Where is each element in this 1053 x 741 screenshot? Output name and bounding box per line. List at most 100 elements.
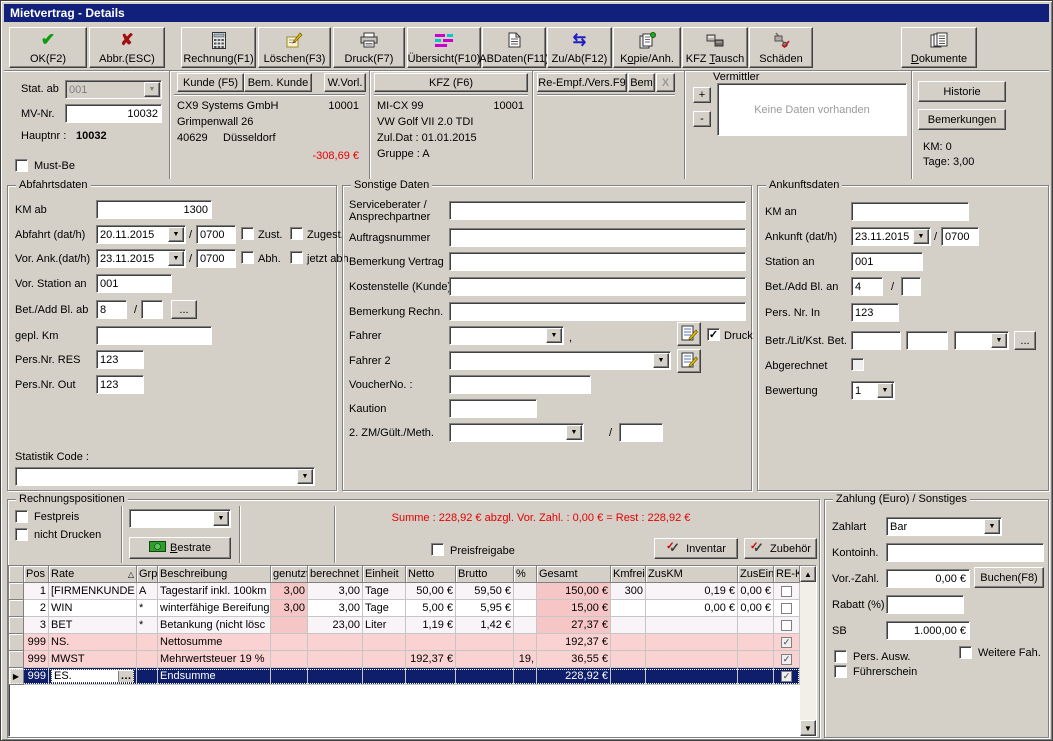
column-header[interactable]: Gesamt [537,566,611,583]
column-header[interactable]: RE-K [774,566,800,583]
druck-checkbox[interactable]: ✓ [707,328,720,341]
re-empf-button[interactable]: Re-Empf./Vers.F9 [537,73,627,92]
column-header[interactable]: Einheit [363,566,406,583]
uebersicht-button[interactable]: Übersicht(F10) [407,27,481,68]
fuehrerschein-checkbox[interactable] [834,665,847,678]
column-header[interactable]: Kmfrei [611,566,646,583]
abfahrt-date-combo[interactable]: 20.11.2015▼ [96,225,186,244]
abh-checkbox[interactable] [241,251,254,264]
column-header[interactable]: berechnet [308,566,363,583]
column-header[interactable]: ZusKM [646,566,738,583]
bestrate-button[interactable]: Bestrate [129,537,231,559]
chevron-down-icon[interactable]: ▼ [984,519,1000,534]
kopie-button[interactable]: Kopie/Anh. [613,27,681,68]
column-header[interactable]: % [514,566,537,583]
vor-ank-time-input[interactable] [196,249,236,268]
table-row[interactable]: 1[FIRMENKUNDEATagestarif inkl. 100km3,00… [9,583,800,600]
km-an-input[interactable] [851,202,969,221]
row-selector[interactable] [9,634,24,651]
rabatt-input[interactable] [886,595,964,614]
chevron-down-icon[interactable]: ▼ [877,383,893,398]
row-selector[interactable]: ▶ [9,668,24,685]
pers-in-input[interactable] [851,303,899,322]
zust-checkbox[interactable] [241,227,254,240]
table-scrollbar[interactable]: ▲ ▼ [800,566,816,736]
chevron-down-icon[interactable]: ▼ [566,425,582,440]
bet-add-an-input2[interactable] [901,277,921,296]
rek-checkbox[interactable]: ✓ [781,654,792,665]
serviceberater-input[interactable] [449,201,746,220]
window-titlebar[interactable]: Mietvertrag - Details [4,4,1049,22]
bemerkung-rechn-input[interactable] [449,302,746,321]
dokumente-button[interactable]: Dokumente [901,27,977,68]
mv-nr-input[interactable] [65,104,162,123]
stat-ab-combo[interactable]: 001 ▼ [65,80,162,99]
row-selector[interactable] [9,583,24,600]
bemerkung-vertrag-input[interactable] [449,252,746,271]
vermittler-add-button[interactable]: + [693,87,711,103]
chevron-down-icon[interactable]: ▼ [168,251,184,266]
row-selector[interactable] [9,600,24,617]
abdaten-button[interactable]: ABDaten(F11) [482,27,546,68]
table-row[interactable]: 3BET*Betankung (nicht lösc23,00Liter1,19… [9,617,800,634]
column-header[interactable]: genutzt [271,566,308,583]
preisfreigabe-checkbox[interactable] [431,543,444,556]
column-header[interactable]: ZusEin [738,566,774,583]
fahrer-combo[interactable]: ▼ [449,326,564,345]
bewertung-combo[interactable]: 1▼ [851,381,895,400]
column-header[interactable]: Beschreibung [158,566,271,583]
chevron-down-icon[interactable]: ▼ [213,511,229,526]
close-icon[interactable]: X [656,73,675,92]
pers-ausw-checkbox[interactable] [834,650,847,663]
bemerkungen-button[interactable]: Bemerkungen [918,109,1006,130]
scroll-down-icon[interactable]: ▼ [800,720,816,736]
fahrer-edit-button[interactable] [677,322,701,346]
rechnung-button[interactable]: Rechnung(F1) [181,27,256,68]
column-header[interactable]: Brutto [456,566,514,583]
chevron-down-icon[interactable]: ▼ [913,229,929,244]
zugest-checkbox[interactable] [290,227,303,240]
cancel-button[interactable]: ✘ Abbr.(ESC) [89,27,165,68]
rek-checkbox[interactable]: ✓ [781,671,792,682]
bet-add-ab-input2[interactable] [141,300,163,319]
table-row[interactable]: ▶999ES.…Endsumme228,92 €✓ [9,668,800,685]
betr-lit-input1[interactable] [851,331,901,350]
zahlart-combo[interactable]: Bar▼ [886,517,1002,536]
voucher-input[interactable] [449,375,591,394]
bet-add-more-button[interactable]: ... [171,300,197,319]
auftragsnummer-input[interactable] [449,228,746,247]
kostenstelle-input[interactable] [449,277,746,296]
historie-button[interactable]: Historie [918,81,1006,102]
festpreis-checkbox[interactable] [15,510,28,523]
vermittler-remove-button[interactable]: - [693,111,711,127]
fahrer2-combo[interactable]: ▼ [449,351,671,370]
rek-checkbox[interactable] [781,620,792,631]
chevron-down-icon[interactable]: ▼ [991,333,1007,348]
ok-button[interactable]: ✔ OK(F2) [9,27,87,68]
jetzt-abh-checkbox[interactable] [290,251,303,264]
column-header[interactable]: Grp [137,566,158,583]
chevron-down-icon[interactable]: ▼ [297,469,313,484]
weitere-fah-checkbox[interactable] [959,646,972,659]
zm-combo[interactable]: ▼ [449,423,584,442]
column-header[interactable]: Netto [406,566,456,583]
vor-station-input[interactable] [96,274,172,293]
ankunft-time-input[interactable] [941,227,979,246]
row-selector[interactable] [9,651,24,668]
kaution-input[interactable] [449,399,537,418]
druck-button[interactable]: Druck(F7) [333,27,405,68]
chevron-down-icon[interactable]: ▼ [144,82,160,97]
row-selector[interactable] [9,617,24,634]
abfahrt-time-input[interactable] [196,225,236,244]
station-an-input[interactable] [851,252,923,271]
kfz-button[interactable]: KFZ (F6) [374,73,528,92]
rek-checkbox[interactable]: ✓ [781,637,792,648]
bem-kunde-button[interactable]: Bem. Kunde [244,73,312,92]
km-ab-input[interactable] [96,200,212,219]
kunde-button[interactable]: Kunde (F5) [177,73,244,92]
chevron-down-icon[interactable]: ▼ [653,353,669,368]
ankunft-date-combo[interactable]: 23.11.2015▼ [851,227,931,246]
bem-button[interactable]: Bem [628,73,655,92]
nicht-drucken-checkbox[interactable] [15,528,28,541]
inventar-button[interactable]: ✓✓ Inventar [654,538,738,559]
